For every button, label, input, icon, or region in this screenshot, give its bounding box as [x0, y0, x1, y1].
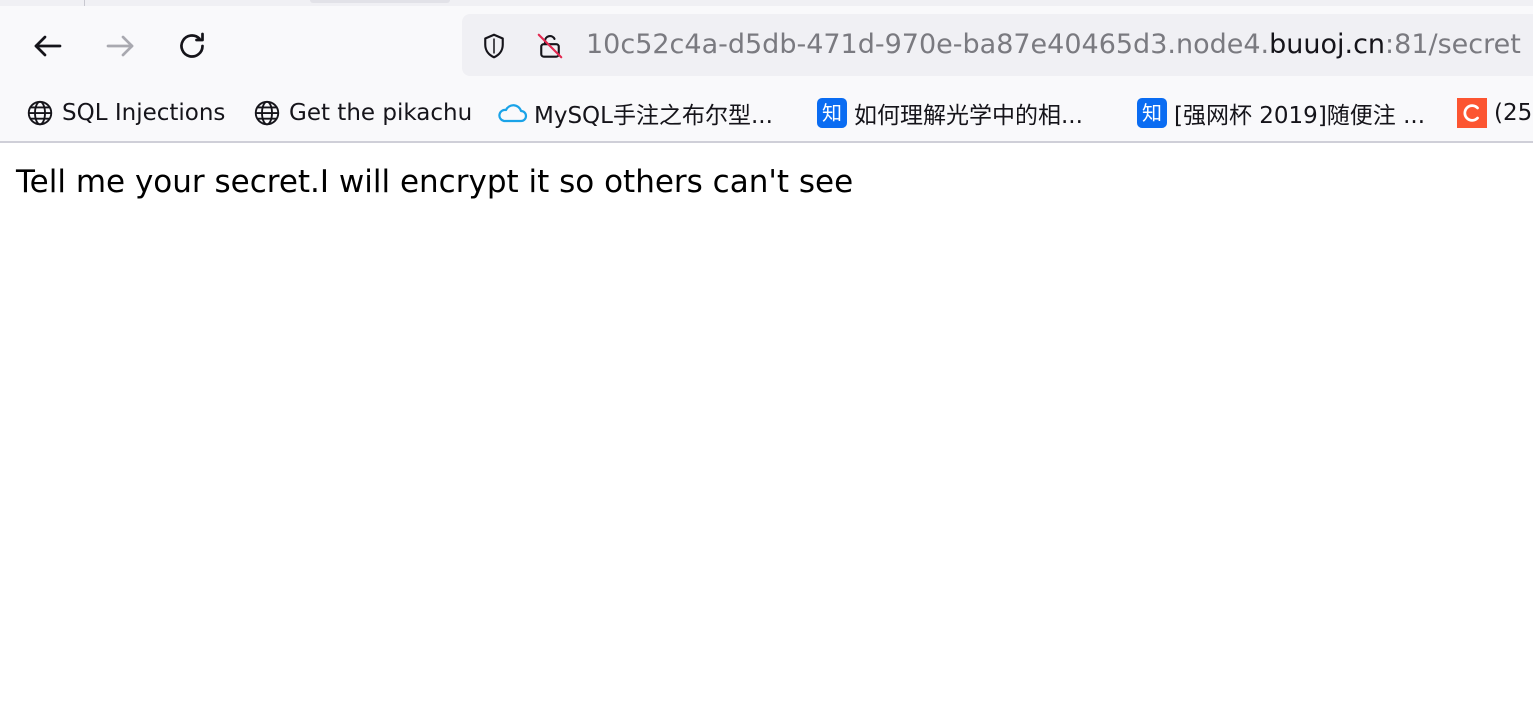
url-text[interactable]: 10c52c4a-d5db-471d-970e-ba87e40465d3.nod…: [586, 28, 1521, 62]
page-content: Tell me your secret.I will encrypt it so…: [0, 143, 1533, 716]
active-tab-edge[interactable]: [310, 0, 450, 3]
globe-icon: [24, 97, 56, 129]
browser-window: 10c52c4a-d5db-471d-970e-ba87e40465d3.nod…: [0, 0, 1533, 716]
bookmark-label: SQL Injections: [62, 100, 226, 126]
csdn-icon: [1456, 97, 1488, 129]
bookmark-mysql-boolean[interactable]: MySQL手注之布尔型...: [496, 96, 773, 130]
bookmark-label: [强网杯 2019]随便注 ...: [1174, 103, 1426, 129]
url-domain: buuoj.cn: [1269, 29, 1386, 60]
cloud-icon: [496, 97, 528, 129]
page-body-text: Tell me your secret.I will encrypt it so…: [16, 164, 854, 200]
reload-button[interactable]: [172, 26, 212, 66]
bookmark-label: (25: [1494, 100, 1533, 126]
zhihu-icon: 知: [1136, 97, 1168, 129]
globe-icon: [251, 97, 283, 129]
arrow-left-icon: [30, 28, 66, 64]
reload-icon: [174, 28, 210, 64]
back-button[interactable]: [28, 26, 68, 66]
bookmark-csdn[interactable]: (25: [1456, 96, 1532, 130]
navigation-toolbar: 10c52c4a-d5db-471d-970e-ba87e40465d3.nod…: [0, 6, 1533, 86]
bookmark-label: 如何理解光学中的相...: [854, 103, 1083, 129]
url-prefix: 10c52c4a-d5db-471d-970e-ba87e40465d3.nod…: [586, 29, 1270, 60]
bookmark-zhihu-optics[interactable]: 知 如何理解光学中的相...: [816, 96, 1083, 130]
zhihu-icon: 知: [816, 97, 848, 129]
insecure-lock-icon[interactable]: [534, 30, 566, 62]
forward-button[interactable]: [100, 26, 140, 66]
url-suffix: :81/secret: [1385, 29, 1521, 60]
shield-icon[interactable]: [478, 30, 510, 62]
bookmarks-toolbar: SQL Injections Get the pikachu MySQL手注之布…: [0, 86, 1533, 143]
bookmark-sql-injections[interactable]: SQL Injections: [24, 96, 225, 130]
bookmark-label: MySQL手注之布尔型...: [534, 103, 773, 129]
address-bar[interactable]: 10c52c4a-d5db-471d-970e-ba87e40465d3.nod…: [462, 14, 1533, 76]
bookmark-qwb-2019[interactable]: 知 [强网杯 2019]随便注 ...: [1136, 96, 1425, 130]
bookmark-label: Get the pikachu: [289, 100, 473, 126]
arrow-right-icon: [102, 28, 138, 64]
bookmark-get-the-pikachu[interactable]: Get the pikachu: [251, 96, 472, 130]
